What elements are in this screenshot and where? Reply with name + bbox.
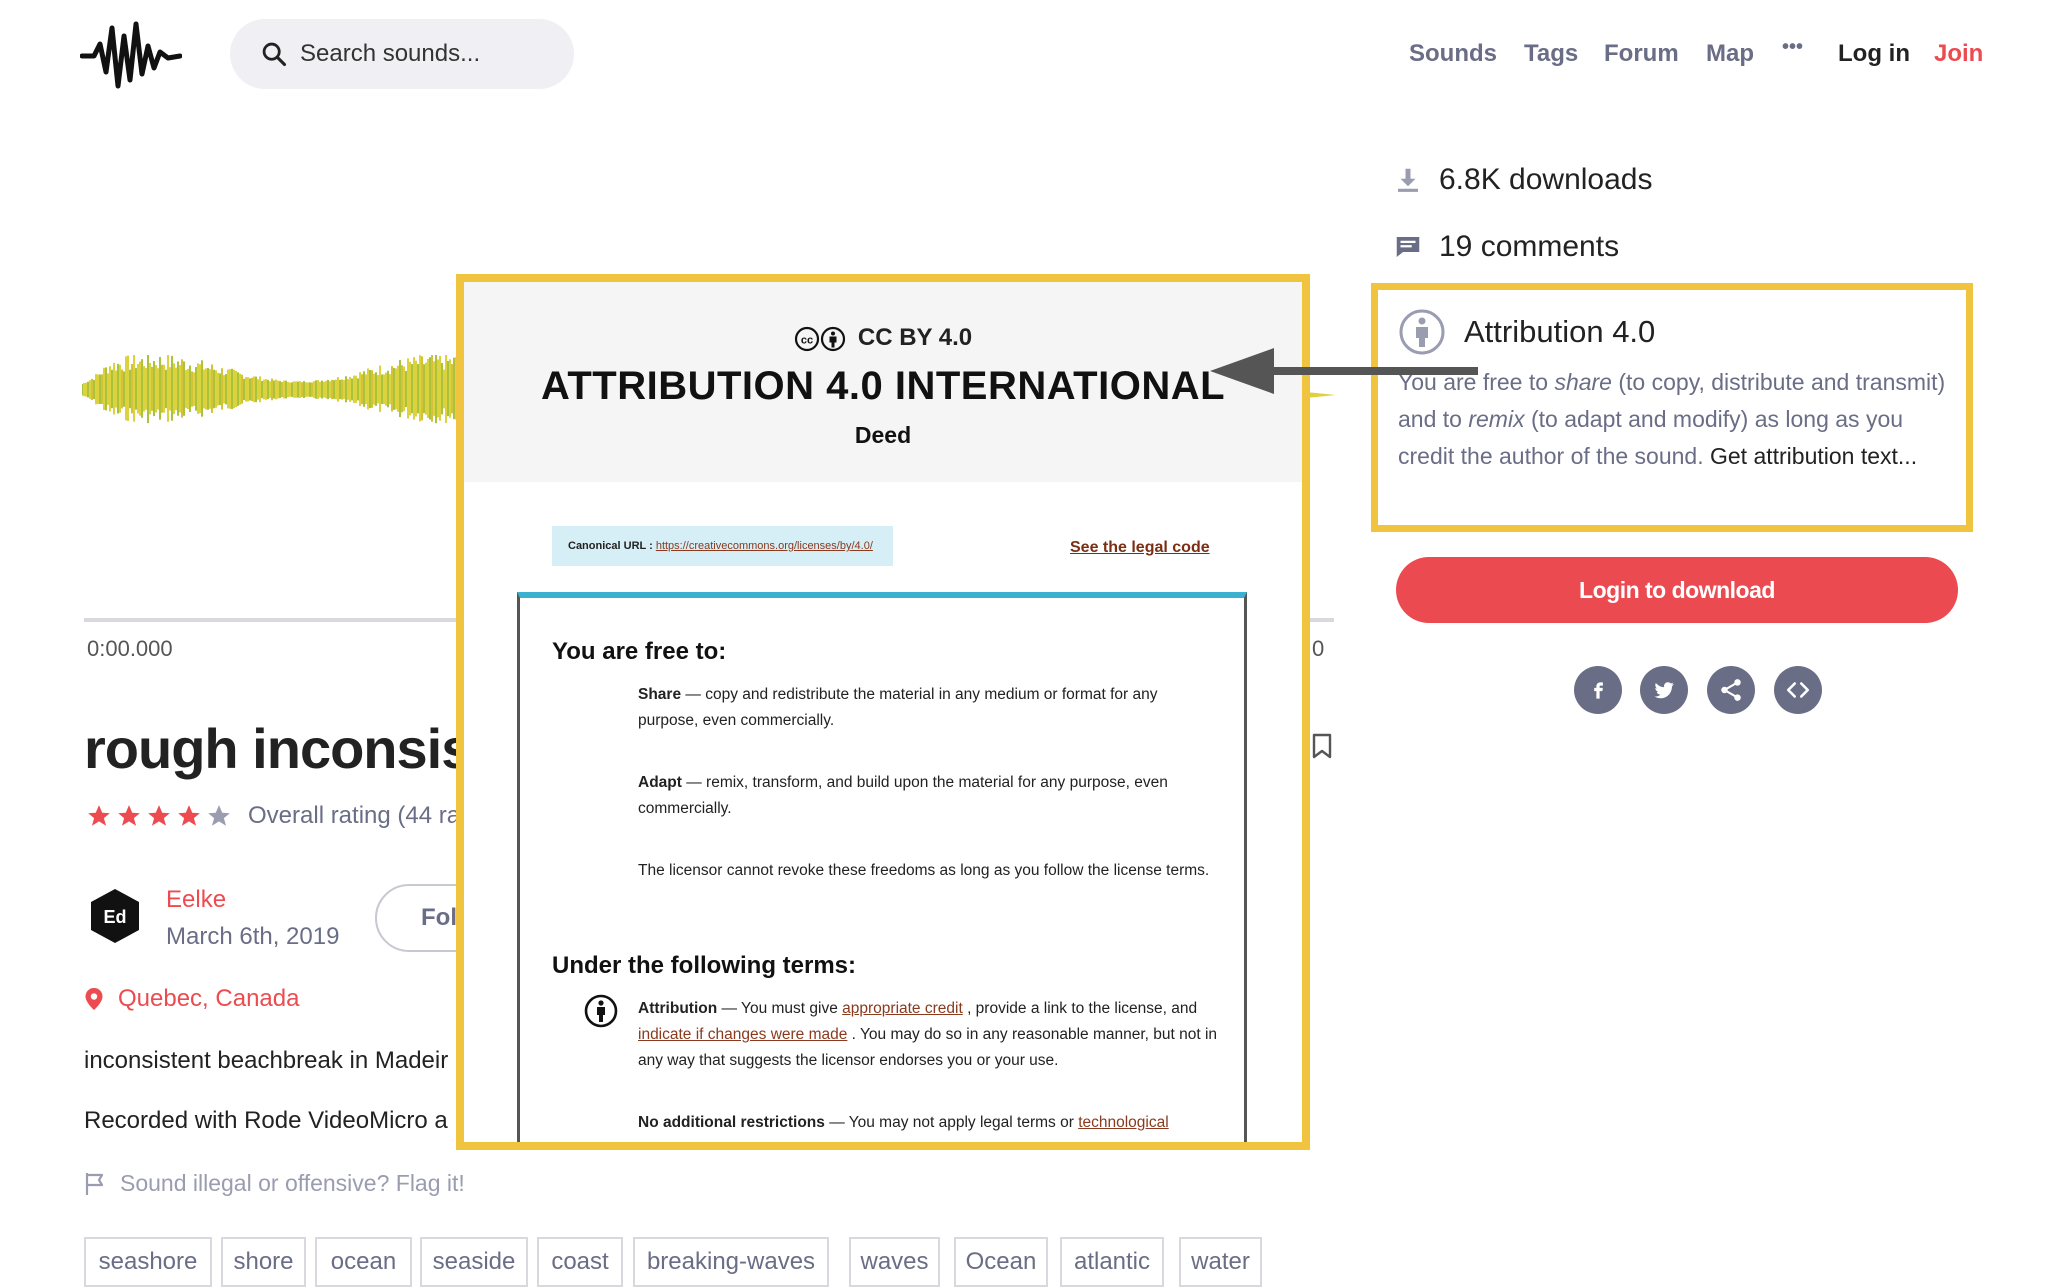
comment-icon <box>1396 237 1420 257</box>
flag-text: Sound illegal or offensive? Flag it! <box>120 1170 465 1196</box>
revoke-text: The licensor cannot revoke these freedom… <box>638 862 1210 879</box>
username-link[interactable]: Eelke <box>166 886 226 914</box>
attribution-icon <box>584 994 618 1028</box>
legal-code-link[interactable]: See the legal code <box>1070 539 1210 557</box>
terms-heading: Under the following terms: <box>552 952 857 979</box>
deed-content-box: You are free to: Share — copy and redist… <box>517 592 1247 1142</box>
nav-map[interactable]: Map <box>1706 40 1754 68</box>
flag-link[interactable]: Sound illegal or offensive? Flag it! <box>84 1170 465 1197</box>
star-icon[interactable] <box>116 803 142 829</box>
deed-header: cc CC BY 4.0 ATTRIBUTION 4.0 INTERNATIONA… <box>464 282 1302 482</box>
license-description: You are free to share (to copy, distribu… <box>1398 369 1946 469</box>
pointer-arrow <box>1210 348 1478 394</box>
tag[interactable]: seashore <box>84 1237 212 1287</box>
playback-time: 0:00.000 <box>87 636 173 661</box>
tag[interactable]: atlantic <box>1060 1237 1164 1287</box>
bookmark-icon[interactable] <box>1311 733 1333 759</box>
get-attribution-link[interactable]: Get attribution text... <box>1710 443 1917 469</box>
share-icon[interactable] <box>1707 666 1755 714</box>
embed-icon[interactable] <box>1774 666 1822 714</box>
star-icon[interactable] <box>146 803 172 829</box>
sound-title: rough inconsis <box>84 717 472 780</box>
login-to-download-button[interactable]: Login to download <box>1396 557 1958 623</box>
location-pin-icon <box>85 988 103 1010</box>
top-nav: Sounds Tags Forum Map ••• Log in Join <box>0 36 2048 76</box>
twitter-icon[interactable] <box>1640 666 1688 714</box>
svg-text:Ed: Ed <box>103 907 126 927</box>
downloads-stat: 6.8K downloads <box>1393 163 1653 197</box>
waveform[interactable] <box>82 355 462 425</box>
tag[interactable]: waves <box>849 1237 940 1287</box>
description-line-1: inconsistent beachbreak in Madeir <box>84 1047 449 1074</box>
star-icon[interactable] <box>176 803 202 829</box>
tag[interactable]: Ocean <box>954 1237 1048 1287</box>
star-empty-icon[interactable] <box>206 803 232 829</box>
technological-link[interactable]: technological <box>1078 1114 1168 1131</box>
attribution-item: Attribution — You must give appropriate … <box>638 1000 1218 1069</box>
login-link[interactable]: Log in <box>1838 40 1910 68</box>
free-heading: You are free to: <box>552 638 727 665</box>
indicate-changes-link[interactable]: indicate if changes were made <box>638 1026 847 1043</box>
location[interactable]: Quebec, Canada <box>84 985 299 1013</box>
flag-icon <box>85 1172 104 1195</box>
download-icon <box>1398 168 1418 192</box>
rating[interactable]: Overall rating (44 ra <box>86 802 460 830</box>
tag[interactable]: shore <box>221 1237 306 1287</box>
tag[interactable]: ocean <box>315 1237 412 1287</box>
adapt-item: Adapt — remix, transform, and build upon… <box>638 774 1168 817</box>
playback-duration: 0 <box>1312 636 1325 661</box>
nav-sounds[interactable]: Sounds <box>1409 40 1497 68</box>
location-text: Quebec, Canada <box>118 985 300 1012</box>
nav-tags[interactable]: Tags <box>1524 40 1578 68</box>
deed-badge: cc CC BY 4.0 <box>464 324 1302 352</box>
svg-text:cc: cc <box>801 334 813 346</box>
downloads-count: 6.8K downloads <box>1439 163 1653 196</box>
tag[interactable]: breaking-waves <box>633 1237 829 1287</box>
license-name[interactable]: Attribution 4.0 <box>1464 314 1655 350</box>
comments-stat[interactable]: 19 comments <box>1393 230 1619 264</box>
comments-count: 19 comments <box>1439 230 1620 263</box>
cc-deed-overlay: cc CC BY 4.0 ATTRIBUTION 4.0 INTERNATIONA… <box>456 274 1310 1150</box>
appropriate-credit-link[interactable]: appropriate credit <box>842 1000 963 1017</box>
description-line-2: Recorded with Rode VideoMicro a <box>84 1107 448 1134</box>
share-item: Share — copy and redistribute the materi… <box>638 686 1158 729</box>
canonical-url-link[interactable]: https://creativecommons.org/licenses/by/… <box>656 540 873 552</box>
star-icon[interactable] <box>86 803 112 829</box>
nav-forum[interactable]: Forum <box>1604 40 1679 68</box>
avatar[interactable]: Ed <box>86 887 144 945</box>
cc-by-icon: cc <box>794 326 845 351</box>
tag[interactable]: seaside <box>420 1237 528 1287</box>
license-box: Attribution 4.0 You are free to share (t… <box>1371 283 1973 532</box>
tag[interactable]: water <box>1179 1237 1262 1287</box>
no-restrictions-item: No additional restrictions — You may not… <box>638 1114 1169 1131</box>
canonical-url-box: Canonical URL : https://creativecommons.… <box>552 526 893 566</box>
rating-text: Overall rating (44 ra <box>248 802 461 829</box>
deed-subtitle: Deed <box>854 422 912 448</box>
upload-date: March 6th, 2019 <box>166 923 340 950</box>
join-link[interactable]: Join <box>1934 40 1983 68</box>
more-menu-icon[interactable]: ••• <box>1782 36 1803 59</box>
deed-title: ATTRIBUTION 4.0 INTERNATIONAL <box>540 364 1226 408</box>
tag[interactable]: coast <box>537 1237 623 1287</box>
facebook-icon[interactable] <box>1574 666 1622 714</box>
